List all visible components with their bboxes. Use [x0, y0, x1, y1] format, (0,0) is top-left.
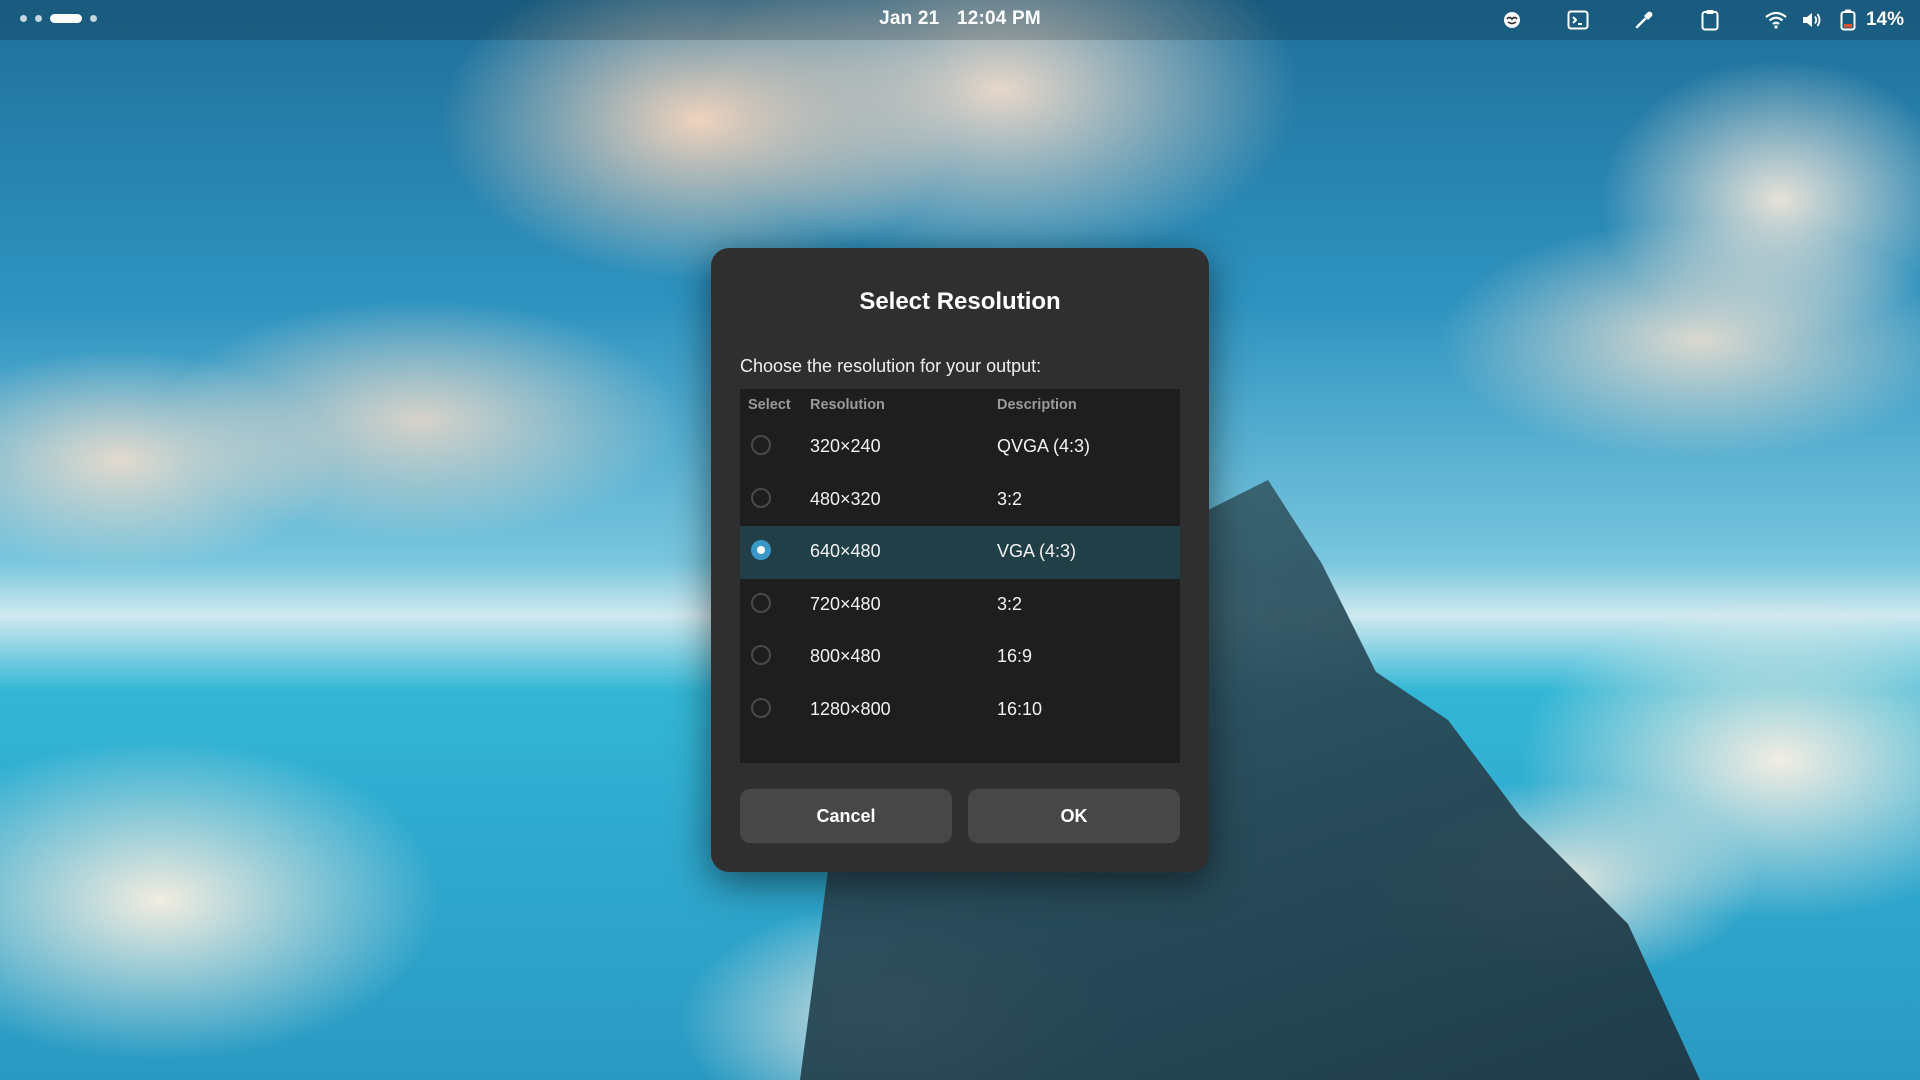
radio-button[interactable] — [751, 645, 771, 665]
ok-button[interactable]: OK — [968, 789, 1180, 843]
terminal-icon[interactable] — [1564, 6, 1592, 34]
description-cell: VGA (4:3) — [997, 541, 1077, 561]
description-cell: QVGA (4:3) — [997, 436, 1091, 456]
wifi-icon[interactable] — [1762, 6, 1790, 34]
clock-time: 12:04 PM — [956, 8, 1041, 29]
cancel-button[interactable]: Cancel — [740, 789, 952, 843]
description-cell: 3:2 — [997, 593, 1023, 614]
table-header: Select Resolution Description — [740, 389, 1180, 421]
column-header-resolution: Resolution — [810, 397, 885, 413]
description-cell: 16:9 — [997, 646, 1033, 666]
table-row[interactable]: 320×240 QVGA (4:3) — [740, 421, 1180, 474]
top-panel: Jan 21 12:04 PM 14% — [0, 0, 1920, 40]
resolution-cell: 480×320 — [810, 488, 881, 509]
volume-icon[interactable] — [1798, 6, 1826, 34]
column-header-select: Select — [748, 397, 791, 413]
system-tray: 14% — [1498, 6, 1904, 34]
resolution-cell: 800×480 — [810, 646, 881, 666]
battery-icon[interactable] — [1834, 6, 1862, 34]
resolution-cell: 320×240 — [810, 436, 881, 456]
resolution-cell: 720×480 — [810, 593, 881, 614]
resolution-cell: 640×480 — [810, 541, 881, 561]
dialog-title: Select Resolution — [859, 288, 1061, 315]
table-row[interactable]: 800×480 16:9 — [740, 631, 1180, 684]
table-row[interactable]: 640×480 VGA (4:3) — [740, 526, 1180, 579]
description-cell: 16:10 — [997, 698, 1043, 719]
resolution-cell: 1280×800 — [810, 698, 891, 719]
table-row[interactable]: 480×320 3:2 — [740, 474, 1180, 527]
radio-button[interactable] — [751, 487, 771, 508]
column-header-description: Description — [997, 397, 1077, 413]
radio-button[interactable] — [751, 697, 771, 718]
dialog-subtitle: Choose the resolution for your output: — [740, 356, 1042, 376]
battery-percentage: 14% — [1865, 9, 1904, 30]
clipboard-icon[interactable] — [1696, 6, 1724, 34]
clock-date: Jan 21 — [879, 8, 940, 29]
radio-button[interactable] — [751, 540, 771, 560]
table-row[interactable]: 720×480 3:2 — [740, 579, 1180, 632]
description-cell: 3:2 — [997, 488, 1023, 509]
radio-button[interactable] — [751, 435, 771, 455]
radio-button[interactable] — [751, 592, 771, 613]
resolution-table: Select Resolution Description 320×240 QV… — [740, 389, 1180, 763]
table-row[interactable]: 1280×800 16:10 — [740, 684, 1180, 737]
caffeine-icon[interactable] — [1498, 6, 1526, 34]
select-resolution-dialog: Select Resolution Choose the resolution … — [711, 248, 1209, 872]
color-picker-icon[interactable] — [1630, 6, 1658, 34]
